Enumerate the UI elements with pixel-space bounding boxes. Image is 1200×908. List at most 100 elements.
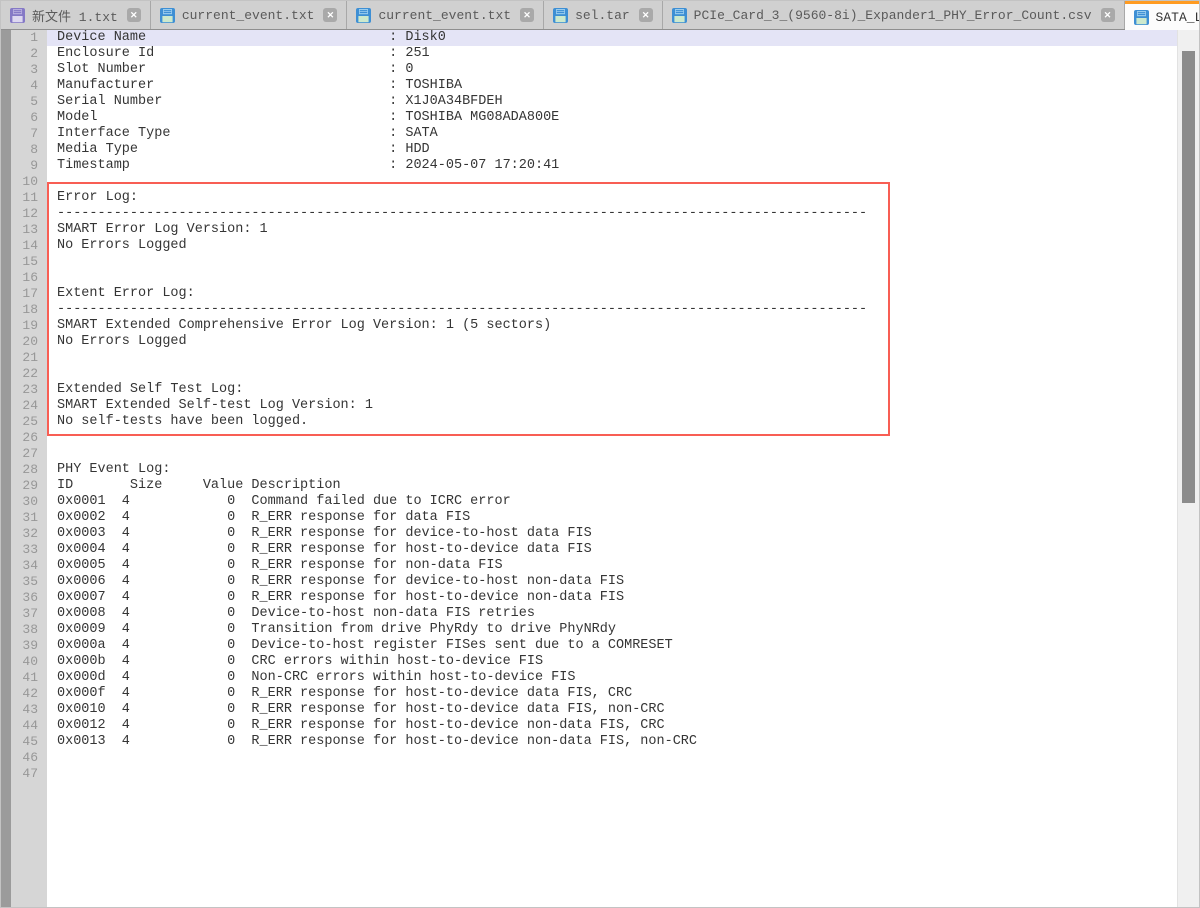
vertical-scrollbar[interactable] xyxy=(1177,30,1199,907)
line-number: 43 xyxy=(11,702,47,718)
code-line-10[interactable] xyxy=(47,174,1177,190)
line-number: 38 xyxy=(11,622,47,638)
code-line-29[interactable]: ID Size Value Description xyxy=(47,478,1177,494)
code-line-25[interactable]: No self-tests have been logged. xyxy=(47,414,1177,430)
line-number: 42 xyxy=(11,686,47,702)
line-number: 23 xyxy=(11,382,47,398)
code-line-8[interactable]: Media Type : HDD xyxy=(47,142,1177,158)
tab-close-icon[interactable]: ✕ xyxy=(127,8,141,22)
tab-label: 新文件 1.txt xyxy=(32,6,118,25)
code-line-18[interactable]: ----------------------------------------… xyxy=(47,302,1177,318)
code-line-12[interactable]: ----------------------------------------… xyxy=(47,206,1177,222)
line-number: 25 xyxy=(11,414,47,430)
line-number: 46 xyxy=(11,750,47,766)
code-line-15[interactable] xyxy=(47,254,1177,270)
line-number: 9 xyxy=(11,158,47,174)
code-line-21[interactable] xyxy=(47,350,1177,366)
code-line-33[interactable]: 0x0004 4 0 R_ERR response for host-to-de… xyxy=(47,542,1177,558)
tab-3[interactable]: current_event.txt ✕ xyxy=(347,1,544,29)
code-line-4[interactable]: Manufacturer : TOSHIBA xyxy=(47,78,1177,94)
line-number: 15 xyxy=(11,254,47,270)
code-line-3[interactable]: Slot Number : 0 xyxy=(47,62,1177,78)
line-number: 11 xyxy=(11,190,47,206)
tab-label: PCIe_Card_3_(9560-8i)_Expander1_PHY_Erro… xyxy=(694,8,1092,23)
line-number: 26 xyxy=(11,430,47,446)
code-line-31[interactable]: 0x0002 4 0 R_ERR response for data FIS xyxy=(47,510,1177,526)
line-number: 1 xyxy=(11,30,47,46)
code-line-43[interactable]: 0x0010 4 0 R_ERR response for host-to-de… xyxy=(47,702,1177,718)
line-number: 44 xyxy=(11,718,47,734)
code-line-11[interactable]: Error Log: xyxy=(47,190,1177,206)
code-line-23[interactable]: Extended Self Test Log: xyxy=(47,382,1177,398)
line-number: 3 xyxy=(11,62,47,78)
code-line-5[interactable]: Serial Number : X1J0A34BFDEH xyxy=(47,94,1177,110)
code-line-46[interactable] xyxy=(47,750,1177,766)
tab-close-icon[interactable]: ✕ xyxy=(639,8,653,22)
tab-bar: 新文件 1.txt✕current_event.txt✕current_even… xyxy=(1,1,1199,30)
code-line-34[interactable]: 0x0005 4 0 R_ERR response for non-data F… xyxy=(47,558,1177,574)
line-number: 27 xyxy=(11,446,47,462)
line-number: 12 xyxy=(11,206,47,222)
code-line-9[interactable]: Timestamp : 2024-05-07 17:20:41 xyxy=(47,158,1177,174)
code-line-41[interactable]: 0x000d 4 0 Non-CRC errors within host-to… xyxy=(47,670,1177,686)
line-number: 4 xyxy=(11,78,47,94)
code-line-32[interactable]: 0x0003 4 0 R_ERR response for device-to-… xyxy=(47,526,1177,542)
line-number: 22 xyxy=(11,366,47,382)
code-line-45[interactable]: 0x0013 4 0 R_ERR response for host-to-de… xyxy=(47,734,1177,750)
floppy-disk-icon xyxy=(160,8,175,23)
code-line-14[interactable]: No Errors Logged xyxy=(47,238,1177,254)
code-line-27[interactable] xyxy=(47,446,1177,462)
line-number: 45 xyxy=(11,734,47,750)
code-line-1[interactable]: Device Name : Disk0 xyxy=(47,30,1177,46)
tab-close-icon[interactable]: ✕ xyxy=(1101,8,1115,22)
code-line-40[interactable]: 0x000b 4 0 CRC errors within host-to-dev… xyxy=(47,654,1177,670)
code-line-47[interactable] xyxy=(47,766,1177,782)
scrollbar-thumb[interactable] xyxy=(1182,51,1195,503)
code-line-26[interactable] xyxy=(47,430,1177,446)
tab-label: sel.tar xyxy=(575,8,630,23)
floppy-disk-icon xyxy=(356,8,371,23)
tab-5[interactable]: PCIe_Card_3_(9560-8i)_Expander1_PHY_Erro… xyxy=(663,1,1125,29)
code-line-42[interactable]: 0x000f 4 0 R_ERR response for host-to-de… xyxy=(47,686,1177,702)
code-line-39[interactable]: 0x000a 4 0 Device-to-host register FISes… xyxy=(47,638,1177,654)
line-number: 35 xyxy=(11,574,47,590)
code-line-16[interactable] xyxy=(47,270,1177,286)
code-line-2[interactable]: Enclosure Id : 251 xyxy=(47,46,1177,62)
code-line-22[interactable] xyxy=(47,366,1177,382)
line-number: 21 xyxy=(11,350,47,366)
code-line-36[interactable]: 0x0007 4 0 R_ERR response for host-to-de… xyxy=(47,590,1177,606)
code-line-19[interactable]: SMART Extended Comprehensive Error Log V… xyxy=(47,318,1177,334)
code-line-44[interactable]: 0x0012 4 0 R_ERR response for host-to-de… xyxy=(47,718,1177,734)
tab-label: SATA_Log xyxy=(1156,10,1200,25)
line-number: 2 xyxy=(11,46,47,62)
floppy-disk-icon xyxy=(10,8,25,23)
tab-6-active[interactable]: SATA_Log✕ xyxy=(1125,1,1200,30)
code-line-24[interactable]: SMART Extended Self-test Log Version: 1 xyxy=(47,398,1177,414)
tab-4[interactable]: sel.tar ✕ xyxy=(544,1,663,29)
text-content[interactable]: Device Name : Disk0Enclosure Id : 251Slo… xyxy=(47,30,1177,907)
code-line-28[interactable]: PHY Event Log: xyxy=(47,462,1177,478)
code-line-38[interactable]: 0x0009 4 0 Transition from drive PhyRdy … xyxy=(47,622,1177,638)
code-line-7[interactable]: Interface Type : SATA xyxy=(47,126,1177,142)
code-line-13[interactable]: SMART Error Log Version: 1 xyxy=(47,222,1177,238)
code-line-37[interactable]: 0x0008 4 0 Device-to-host non-data FIS r… xyxy=(47,606,1177,622)
tab-close-icon[interactable]: ✕ xyxy=(323,8,337,22)
line-number: 5 xyxy=(11,94,47,110)
line-number: 7 xyxy=(11,126,47,142)
line-number: 17 xyxy=(11,286,47,302)
line-number: 39 xyxy=(11,638,47,654)
code-line-20[interactable]: No Errors Logged xyxy=(47,334,1177,350)
tab-close-icon[interactable]: ✕ xyxy=(520,8,534,22)
tab-1[interactable]: 新文件 1.txt ✕ xyxy=(1,1,151,29)
code-line-35[interactable]: 0x0006 4 0 R_ERR response for device-to-… xyxy=(47,574,1177,590)
code-line-6[interactable]: Model : TOSHIBA MG08ADA800E xyxy=(47,110,1177,126)
line-number: 29 xyxy=(11,478,47,494)
code-line-30[interactable]: 0x0001 4 0 Command failed due to ICRC er… xyxy=(47,494,1177,510)
floppy-disk-icon xyxy=(672,8,687,23)
tab-label: current_event.txt xyxy=(378,8,511,23)
text-editor-window: 新文件 1.txt✕current_event.txt✕current_even… xyxy=(0,0,1200,908)
line-number: 14 xyxy=(11,238,47,254)
line-number: 28 xyxy=(11,462,47,478)
code-line-17[interactable]: Extent Error Log: xyxy=(47,286,1177,302)
tab-2[interactable]: current_event.txt✕ xyxy=(151,1,348,29)
